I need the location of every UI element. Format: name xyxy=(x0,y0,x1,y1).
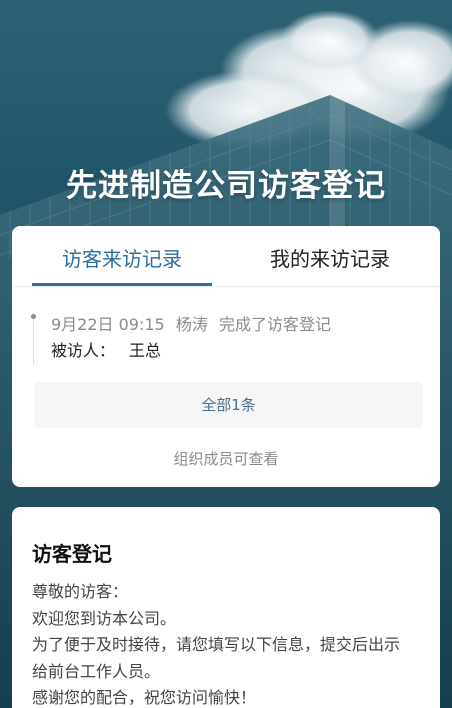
record-time: 9月22日 09:15 xyxy=(51,315,165,334)
host-label: 被访人： xyxy=(51,341,116,360)
description-line: 欢迎您到访本公司。 xyxy=(32,608,177,628)
tab-my-records[interactable]: 我的来访记录 xyxy=(240,226,420,286)
tab-bar: 访客来访记录 我的来访记录 xyxy=(12,226,440,287)
timeline-line xyxy=(33,314,34,364)
description-line: 为了便于及时接待，请您填写以下信息，提交后出示 xyxy=(32,635,401,654)
description-line: 感谢您的配合，祝您访问愉快！ xyxy=(32,688,257,707)
description-line: 尊敬的访客： xyxy=(32,582,129,601)
registration-title: 访客登记 xyxy=(32,542,112,566)
timeline-dot-icon xyxy=(31,314,36,319)
view-all-button[interactable]: 全部1条 xyxy=(34,382,423,428)
record-visitor-name: 杨涛 xyxy=(175,315,208,334)
active-tab-indicator xyxy=(32,283,212,286)
record-host: 被访人： 王总 xyxy=(51,337,161,361)
description-line: 给前台工作人员。 xyxy=(32,661,161,681)
visitor-registration-card: 访客登记 尊敬的访客： 欢迎您到访本公司。 为了便于及时接待，请您填写以下信息，… xyxy=(12,507,440,708)
page-title: 先进制造公司访客登记 xyxy=(66,168,386,204)
record-summary: 9月22日 09:15 杨涛 完成了访客登记 xyxy=(51,311,337,335)
tab-visitor-records[interactable]: 访客来访记录 xyxy=(32,226,212,286)
record-action: 完成了访客登记 xyxy=(218,315,331,334)
registration-description: 尊敬的访客： 欢迎您到访本公司。 为了便于及时接待，请您填写以下信息，提交后出示… xyxy=(32,579,427,708)
host-name: 王总 xyxy=(129,341,162,360)
visit-records-card: 访客来访记录 我的来访记录 9月22日 09:15 杨涛 完成了访客登记 被访人… xyxy=(12,226,440,487)
visibility-note: 组织成员可查看 xyxy=(173,450,279,468)
